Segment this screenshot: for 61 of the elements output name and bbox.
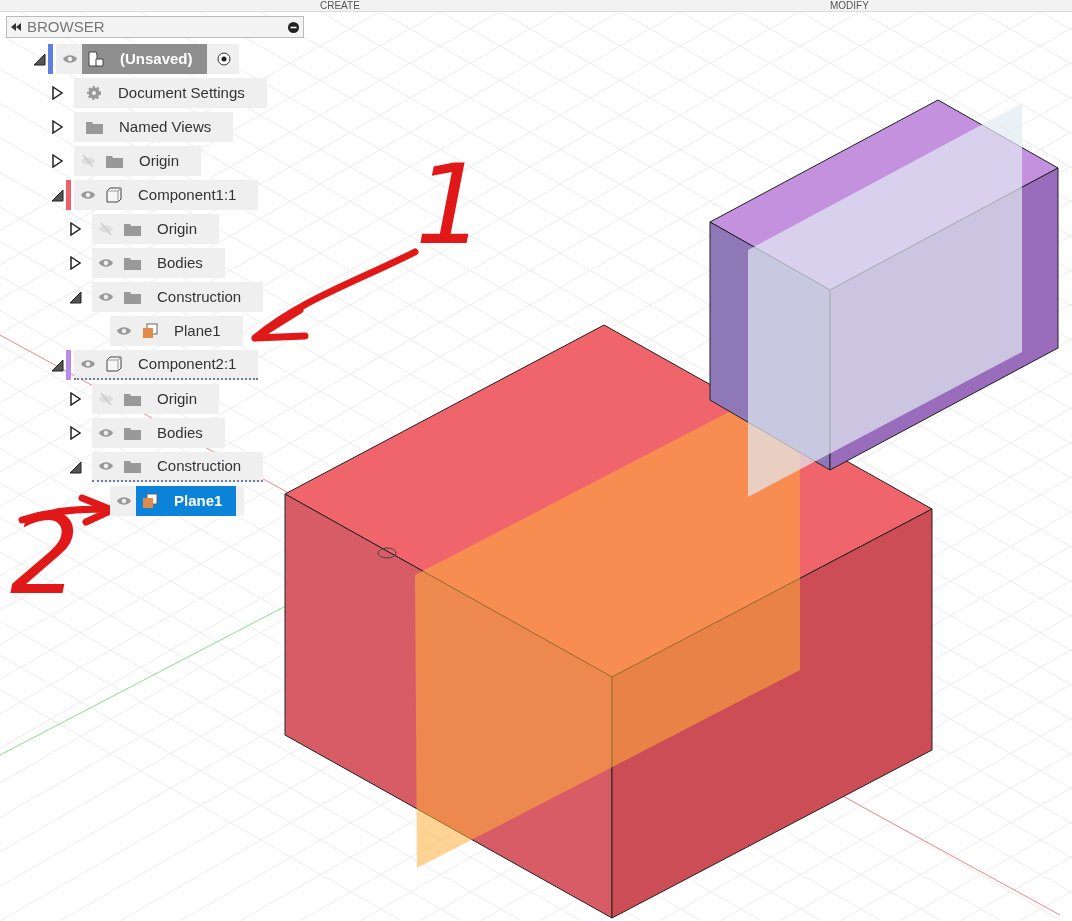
panel-title: BROWSER [27,18,106,36]
toolbar-label[interactable]: MODIFY [830,0,869,11]
item-label: Bodies [157,252,203,273]
minimize-icon[interactable] [288,21,299,33]
item-label: Construction [157,286,242,307]
plane-icon [142,493,158,509]
expanded-arrow-icon[interactable] [32,52,46,66]
folder-icon [124,222,141,236]
collapsed-arrow-icon[interactable] [68,426,82,440]
tree-item[interactable]: Construction [92,282,264,312]
item-label: Origin [157,218,197,239]
expanded-arrow-icon[interactable] [68,290,82,304]
tree-item[interactable]: Component2:1 [74,350,259,380]
tree-item[interactable]: Named Views [74,112,234,142]
item-label: Component2:1 [138,353,237,374]
folder-icon [124,290,141,304]
collapse-icon[interactable] [11,23,21,31]
tree-item[interactable]: Document Settings [74,78,267,108]
tree-item[interactable]: Origin [92,384,219,414]
folder-icon [124,459,141,473]
item-label: Plane1 [174,490,223,511]
folder-icon [124,256,141,270]
item-label: Origin [157,388,197,409]
tree-item[interactable]: Construction [92,452,264,482]
item-label: Named Views [119,116,212,137]
item-label: Document Settings [118,82,245,103]
collapsed-arrow-icon[interactable] [50,120,64,134]
collapsed-arrow-icon[interactable] [68,256,82,270]
origin-point-icon [377,547,397,559]
collapsed-arrow-icon[interactable] [50,154,64,168]
item-label: Plane1 [174,320,221,341]
toolbar-label[interactable]: CREATE [320,0,360,11]
collapsed-arrow-icon[interactable] [68,392,82,406]
folder-icon [106,154,123,168]
item-label: Component1:1 [138,184,237,205]
folder-icon [124,426,141,440]
item-label: (Unsaved) [120,48,193,69]
expanded-arrow-icon[interactable] [50,188,64,202]
collapsed-arrow-icon[interactable] [68,222,82,236]
cube-icon [106,356,122,372]
tree-item[interactable]: Origin [92,214,219,244]
cube-icon [106,187,122,203]
plane-icon [142,323,158,339]
item-label: Construction [157,455,242,476]
tree-item[interactable]: Bodies [92,418,225,448]
expanded-arrow-icon[interactable] [50,358,64,372]
annotation-text: 1 [415,150,485,260]
folder-icon [86,120,103,134]
tree-item[interactable]: Origin [74,146,201,176]
folder-icon [124,392,141,406]
gear-icon [86,85,102,101]
radio-icon[interactable] [216,52,231,66]
tree-item[interactable]: Bodies [92,248,225,278]
document-icon [88,51,104,67]
item-label: Bodies [157,422,203,443]
tree-item[interactable]: Plane1 [110,486,245,516]
expanded-arrow-icon[interactable] [68,460,82,474]
collapsed-arrow-icon[interactable] [50,86,64,100]
tree-item[interactable]: Plane1 [110,316,243,346]
tree-item[interactable]: Component1:1 [74,180,259,210]
item-label: Origin [139,150,179,171]
